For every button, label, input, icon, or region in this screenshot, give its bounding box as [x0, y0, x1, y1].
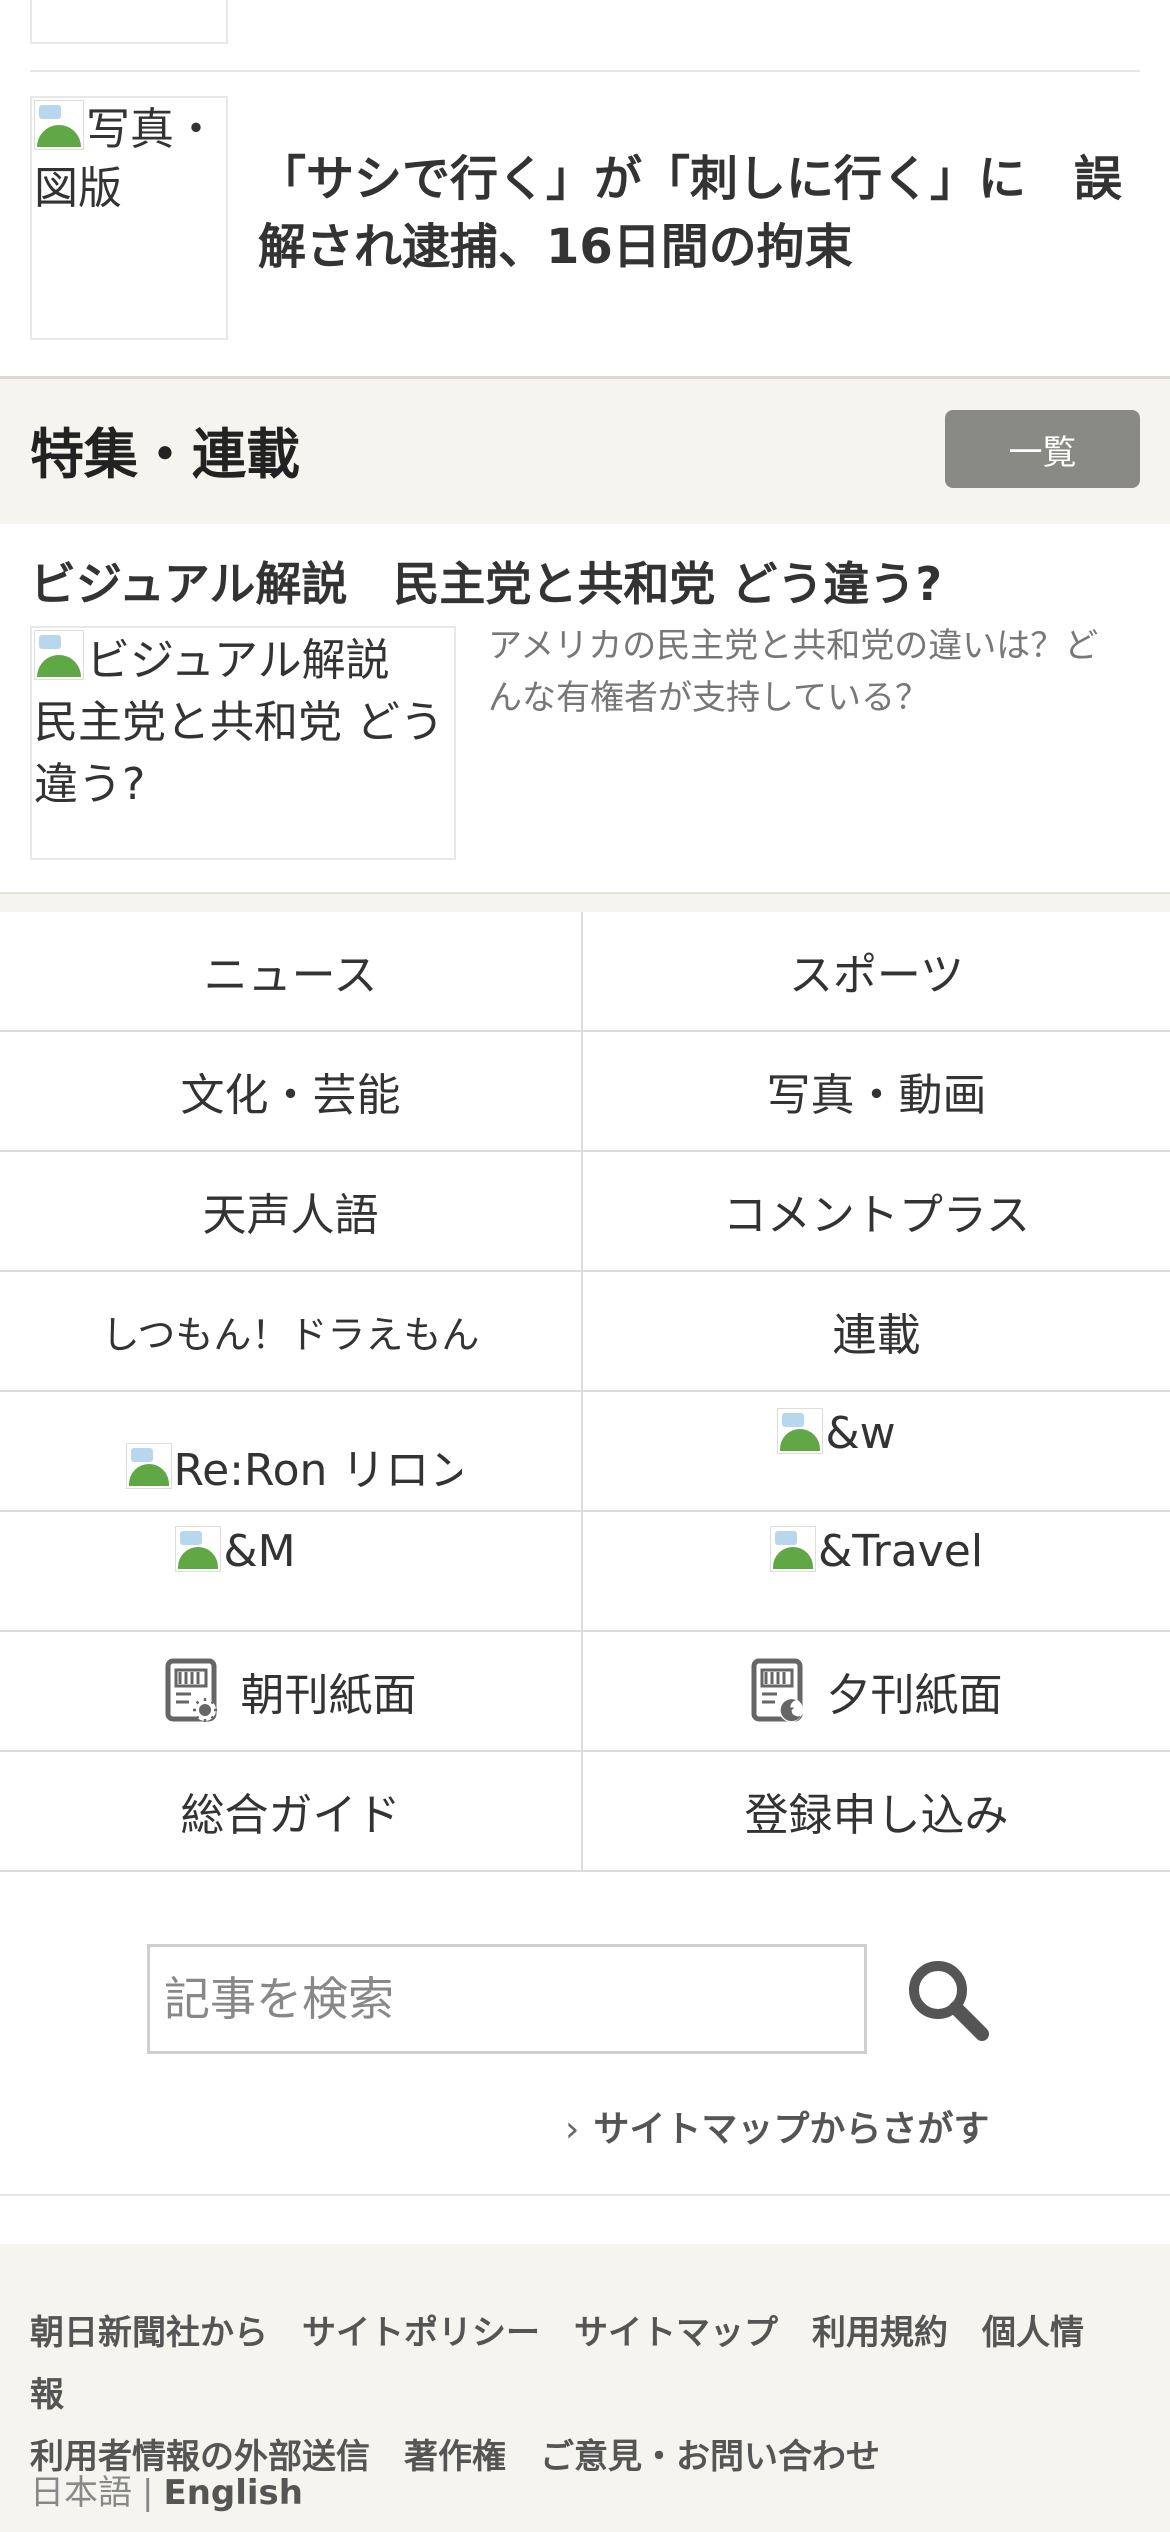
broken-image-icon [34, 100, 84, 150]
feature-article-heading[interactable]: ビジュアル解説 民主党と共和党 どう違う? [30, 548, 942, 614]
feature-section-title: 特集・連載 [30, 423, 300, 486]
footer-link-copyright[interactable]: 著作権 [404, 2437, 506, 2477]
nav-label: しつもん！ドラえもん [101, 1312, 480, 1357]
category-nav-grid: ニュース スポーツ 文化・芸能 写真・動画 天声人語 コメントプラス しつもん！… [0, 912, 1170, 1874]
lang-separator: | [142, 2473, 154, 2513]
broken-image-icon [175, 1526, 222, 1572]
broken-image-icon [777, 1408, 824, 1454]
thumbnail-alt-text: ビジュアル解説 民主党と共和党 どう違う? [34, 635, 444, 810]
search-icon [909, 1961, 989, 2041]
nav-label: 写真・動画 [766, 1070, 987, 1121]
nav-photo-video[interactable]: 写真・動画 [583, 1032, 1170, 1152]
footer-separator [0, 2194, 1170, 2196]
article-title[interactable]: 「サシで行く」が「刺しに行く」に 誤解され逮捕、16日間の拘束 [258, 145, 1138, 281]
search-input[interactable] [147, 1944, 867, 2054]
article-thumbnail[interactable]: 写真・図版 [30, 96, 228, 340]
nav-and-w[interactable]: &w [583, 1392, 1170, 1512]
nav-evening-paper[interactable]: 夕刊紙面 [583, 1632, 1170, 1752]
footer-link-contact[interactable]: ご意見・お問い合わせ [540, 2437, 880, 2477]
footer-links: 朝日新聞社から サイトポリシー サイトマップ 利用規約 個人情報 利用者情報の外部送信著… [30, 2302, 1150, 2488]
footer-link-company[interactable]: 朝日新聞社から [30, 2313, 268, 2353]
nav-label: 総合ガイド [180, 1790, 401, 1841]
nav-label: 登録申し込み [744, 1790, 1009, 1841]
nav-rensai[interactable]: 連載 [583, 1272, 1170, 1392]
nav-comment-plus[interactable]: コメントプラス [583, 1152, 1170, 1272]
nav-label: スポーツ [788, 950, 965, 1001]
feature-article-description: アメリカの民主党と共和党の違いは？どんな有権者が支持している？ [488, 626, 1099, 718]
nav-morning-paper[interactable]: 朝刊紙面 [0, 1632, 583, 1752]
nav-and-m[interactable]: &M [0, 1512, 583, 1632]
nav-label: 連載 [832, 1310, 921, 1361]
nav-label: &w [825, 1408, 896, 1459]
nav-label: 文化・芸能 [180, 1070, 401, 1121]
nav-label: 天声人語 [202, 1190, 379, 1241]
footer-link-terms[interactable]: 利用規約 [812, 2313, 948, 2353]
evening-paper-icon [751, 1658, 803, 1722]
search-button[interactable] [900, 1952, 996, 2048]
nav-label: Re:Ron リロン [173, 1445, 462, 1496]
nav-label: 夕刊紙面 [826, 1670, 1003, 1721]
nav-reron[interactable]: Re:Ron リロン [0, 1392, 583, 1512]
lang-english[interactable]: English [163, 2473, 303, 2513]
nav-label: &M [223, 1526, 296, 1577]
feature-article-thumbnail[interactable]: ビジュアル解説 民主党と共和党 どう違う? [30, 626, 456, 860]
broken-image-icon [34, 630, 84, 680]
previous-article-thumbnail[interactable] [30, 0, 228, 44]
nav-label: コメントプラス [722, 1190, 1031, 1241]
nav-news[interactable]: ニュース [0, 912, 583, 1032]
nav-label: &Travel [817, 1526, 984, 1577]
nav-shitsumon-doraemon[interactable]: しつもん！ドラえもん [0, 1272, 583, 1392]
nav-register[interactable]: 登録申し込み [583, 1752, 1170, 1872]
broken-image-icon [125, 1443, 172, 1489]
nav-label: 朝刊紙面 [240, 1670, 417, 1721]
nav-and-travel[interactable]: &Travel [583, 1512, 1170, 1632]
nav-guide[interactable]: 総合ガイド [0, 1752, 583, 1872]
chevron-right-icon: › [565, 2109, 580, 2150]
nav-culture[interactable]: 文化・芸能 [0, 1032, 583, 1152]
footer-link-site-policy[interactable]: サイトポリシー [302, 2313, 540, 2353]
lang-japanese[interactable]: 日本語 [30, 2473, 132, 2513]
footer-link-sitemap[interactable]: サイトマップ [574, 2313, 778, 2353]
language-switcher: 日本語 | English [30, 2465, 303, 2514]
nav-tensei-jingo[interactable]: 天声人語 [0, 1152, 583, 1272]
article-divider [30, 70, 1140, 72]
nav-sports[interactable]: スポーツ [583, 912, 1170, 1032]
section-separator [0, 892, 1170, 912]
list-all-button[interactable]: 一覧 [945, 410, 1140, 488]
sitemap-link-label: サイトマップからさがす [593, 2109, 990, 2150]
morning-paper-icon [165, 1658, 217, 1722]
broken-image-icon [769, 1526, 816, 1572]
nav-label: ニュース [203, 950, 378, 1001]
sitemap-search-link[interactable]: › サイトマップからさがす [565, 2100, 989, 2152]
